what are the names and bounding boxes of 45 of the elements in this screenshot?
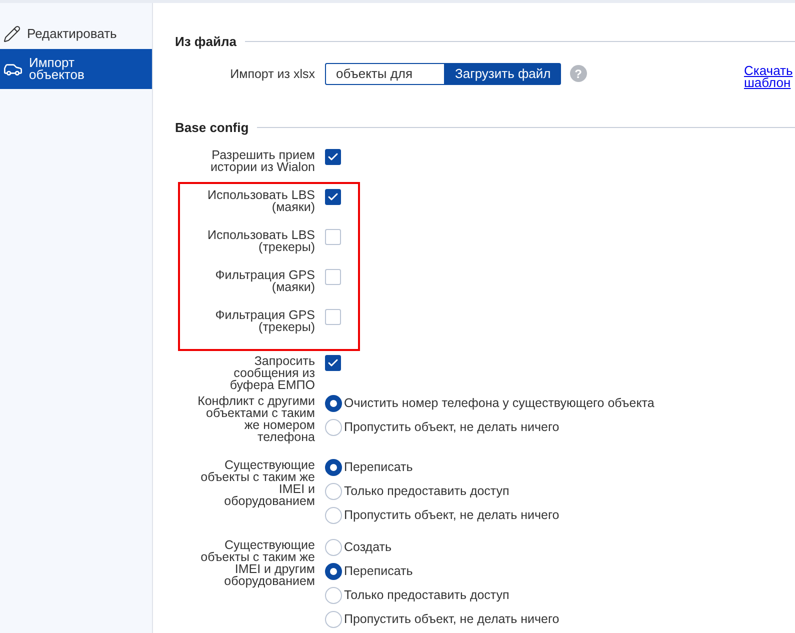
- field-label: Разрешить прием истории из Wialon: [209, 149, 315, 173]
- section-heading: Base config: [175, 118, 249, 137]
- sidebar-item[interactable]: Импорт объектов: [0, 49, 152, 89]
- radio-button[interactable]: [325, 562, 342, 580]
- field-label: Импорт из xlsx: [230, 68, 315, 80]
- option-label: Только предоставить доступ: [344, 586, 510, 604]
- field-label: Существующие объекты с таким же IMEI и оборудованием: [200, 459, 315, 507]
- field-label: Фильтрация GPS (трекеры): [214, 309, 315, 333]
- option-label: Создать: [344, 538, 392, 556]
- option-label: Переписать: [344, 458, 413, 476]
- radio-button[interactable]: [325, 418, 342, 436]
- field-label: Фильтрация GPS (маяки): [214, 269, 315, 293]
- checkbox[interactable]: [325, 309, 341, 325]
- radio-button[interactable]: [325, 482, 342, 500]
- radio-button[interactable]: [325, 538, 342, 556]
- checkbox[interactable]: [325, 269, 341, 285]
- radio-button[interactable]: [325, 458, 342, 476]
- pencil-icon: [3, 25, 21, 43]
- option-label: Пропустить объект, не делать ничего: [344, 610, 560, 628]
- radio-button[interactable]: [325, 506, 342, 524]
- check-icon: [327, 191, 339, 203]
- radio-button[interactable]: [325, 394, 342, 412]
- option-label: Только предоставить доступ: [344, 482, 510, 500]
- option-label: Переписать: [344, 562, 413, 580]
- option-label: Очистить номер телефона у существующего объекта: [344, 394, 654, 412]
- checkbox[interactable]: [325, 149, 341, 165]
- download-template-link[interactable]: Скачать шаблон: [744, 64, 795, 88]
- check-icon: [327, 151, 339, 163]
- check-icon: [327, 357, 339, 369]
- field-label: Существующие объекты с таким же IMEI и другим оборудованием: [200, 539, 315, 587]
- radio-button[interactable]: [325, 586, 342, 604]
- option-label: Пропустить объект, не делать ничего: [344, 506, 560, 524]
- option-label: Пропустить объект, не делать ничего: [344, 418, 560, 436]
- field-label: Конфликт с другими объектами с таким же номером телефона: [196, 395, 315, 443]
- section-heading: Из файла: [175, 33, 237, 51]
- upload-button[interactable]: Загрузить файл: [445, 62, 561, 84]
- file-field[interactable]: объекты для: [325, 62, 445, 84]
- checkbox[interactable]: [325, 229, 341, 245]
- radio-button[interactable]: [325, 610, 342, 628]
- checkbox[interactable]: [325, 189, 341, 205]
- field-label: Использовать LBS (трекеры): [206, 229, 315, 253]
- field-label: Запросить сообщения из буфера ЕМПО: [228, 355, 315, 391]
- sidebar-item[interactable]: Редактировать: [0, 19, 152, 49]
- field-label: Использовать LBS (маяки): [206, 189, 315, 213]
- checkbox[interactable]: [325, 355, 341, 371]
